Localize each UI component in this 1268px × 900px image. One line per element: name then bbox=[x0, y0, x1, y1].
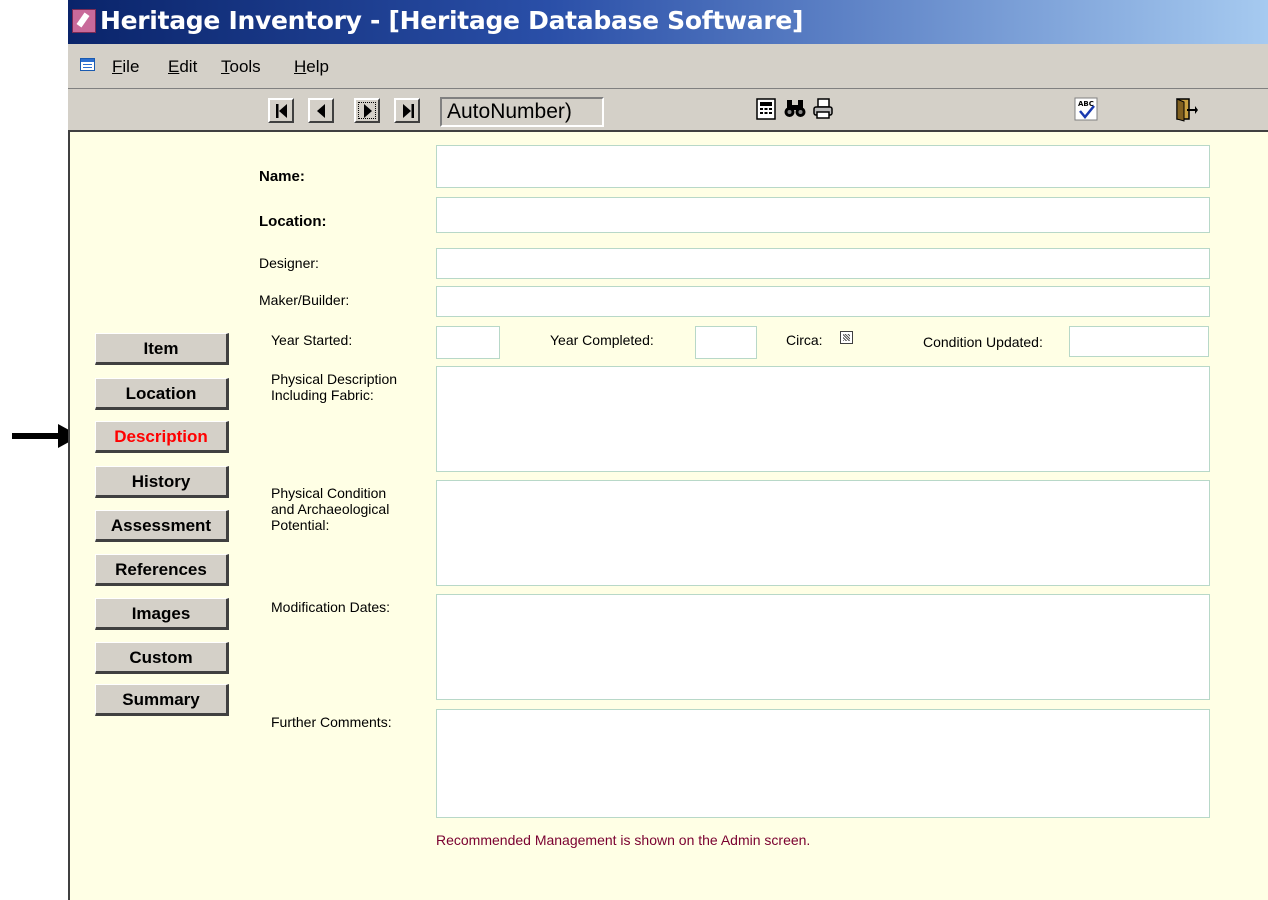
physical-description-label: Physical Description Including Fabric: bbox=[271, 371, 398, 403]
spellcheck-button[interactable]: ABC bbox=[1074, 97, 1102, 125]
further-comments-label: Further Comments: bbox=[271, 714, 392, 730]
previous-record-button[interactable] bbox=[308, 98, 334, 123]
exit-button[interactable] bbox=[1173, 97, 1201, 125]
title-bar: Heritage Inventory - [Heritage Database … bbox=[68, 0, 1268, 44]
tab-description[interactable]: Description bbox=[95, 421, 229, 453]
circa-checkbox[interactable] bbox=[840, 331, 853, 344]
year-started-field[interactable] bbox=[436, 326, 500, 359]
last-record-button[interactable] bbox=[394, 98, 420, 123]
last-record-icon bbox=[403, 104, 414, 118]
next-record-button[interactable] bbox=[354, 98, 380, 123]
tab-custom[interactable]: Custom bbox=[95, 642, 229, 674]
menu-bar: File Edit Tools Help bbox=[68, 44, 1268, 88]
location-field[interactable] bbox=[436, 197, 1210, 233]
svg-text:ABC: ABC bbox=[1078, 100, 1094, 108]
calculator-button[interactable] bbox=[754, 97, 782, 125]
menu-edit[interactable]: Edit bbox=[168, 57, 197, 77]
first-record-icon bbox=[276, 104, 287, 118]
modification-dates-label: Modification Dates: bbox=[271, 599, 391, 615]
record-number-field[interactable]: AutoNumber) bbox=[440, 97, 604, 127]
management-note: Recommended Management is shown on the A… bbox=[436, 832, 811, 848]
printer-icon bbox=[813, 98, 833, 119]
maker-field[interactable] bbox=[436, 286, 1210, 317]
calculator-icon bbox=[756, 98, 776, 120]
year-completed-field[interactable] bbox=[695, 326, 757, 359]
find-button[interactable] bbox=[783, 97, 811, 125]
tab-item[interactable]: Item bbox=[95, 333, 229, 365]
record-form: Item Location Description History Assess… bbox=[68, 132, 1268, 900]
print-button[interactable] bbox=[811, 97, 839, 125]
condition-updated-field[interactable] bbox=[1069, 326, 1209, 357]
form-view-icon[interactable] bbox=[80, 58, 95, 71]
physical-condition-field[interactable] bbox=[436, 480, 1210, 586]
tab-references[interactable]: References bbox=[95, 554, 229, 586]
name-field[interactable] bbox=[436, 145, 1210, 188]
menu-tools[interactable]: Tools bbox=[221, 57, 261, 77]
name-label: Name: bbox=[259, 168, 305, 185]
menu-file[interactable]: File bbox=[112, 57, 139, 77]
tab-assessment[interactable]: Assessment bbox=[95, 510, 229, 542]
physical-condition-label: Physical Condition and Archaeological Po… bbox=[271, 485, 390, 533]
previous-record-icon bbox=[317, 104, 325, 118]
designer-field[interactable] bbox=[436, 248, 1210, 279]
tab-location[interactable]: Location bbox=[95, 378, 229, 410]
location-label: Location: bbox=[259, 213, 327, 230]
exit-door-icon bbox=[1176, 98, 1198, 122]
maker-label: Maker/Builder: bbox=[259, 292, 350, 308]
circa-label: Circa: bbox=[786, 332, 823, 348]
first-record-button[interactable] bbox=[268, 98, 294, 123]
tab-history[interactable]: History bbox=[95, 466, 229, 498]
menu-help[interactable]: Help bbox=[294, 57, 329, 77]
year-started-label: Year Started: bbox=[271, 332, 353, 348]
condition-updated-label: Condition Updated: bbox=[923, 334, 1043, 350]
next-record-icon bbox=[364, 104, 372, 118]
tab-images[interactable]: Images bbox=[95, 598, 229, 630]
binoculars-icon bbox=[784, 100, 806, 117]
physical-description-field[interactable] bbox=[436, 366, 1210, 472]
app-window: Heritage Inventory - [Heritage Database … bbox=[68, 0, 1268, 900]
access-app-icon bbox=[72, 9, 96, 33]
tab-summary[interactable]: Summary bbox=[95, 684, 229, 716]
record-toolbar: AutoNumber) ABC bbox=[68, 88, 1268, 132]
year-completed-label: Year Completed: bbox=[550, 332, 654, 348]
modification-dates-field[interactable] bbox=[436, 594, 1210, 700]
further-comments-field[interactable] bbox=[436, 709, 1210, 818]
designer-label: Designer: bbox=[259, 255, 319, 271]
window-title: Heritage Inventory - [Heritage Database … bbox=[100, 6, 804, 35]
spellcheck-icon: ABC bbox=[1074, 97, 1098, 121]
